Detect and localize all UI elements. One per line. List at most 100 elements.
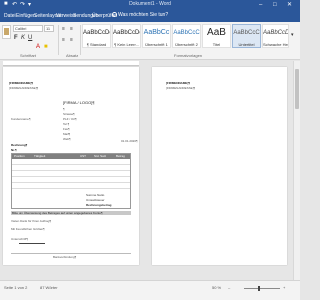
address-line: Web¶	[63, 137, 71, 141]
ribbon-separator	[58, 25, 59, 55]
styles-more-icon[interactable]: ▾	[291, 32, 294, 39]
scrollbar-thumb[interactable]	[295, 69, 299, 109]
table-header: Position Tätigkeit UST Std. Satz Betrag	[12, 154, 130, 159]
clipboard-icon	[4, 28, 9, 35]
minimize-button[interactable]: –	[259, 1, 262, 9]
style-sample: AaBbCcDc	[83, 30, 111, 36]
style-sample: AaBbCcDc	[113, 30, 141, 36]
address-line: PLZ / Ort¶	[63, 117, 77, 121]
group-label-font: Schriftart	[20, 53, 37, 58]
style-name: ¶ Kein Leerr...	[114, 42, 139, 47]
address-line: Strasse¶	[63, 112, 75, 116]
signature-text: Unterschrift¶	[11, 237, 28, 241]
table-row	[12, 188, 130, 189]
zoom-in-icon[interactable]: +	[283, 285, 285, 290]
zoom-slider[interactable]	[244, 288, 280, 289]
page-2[interactable]: [FIRMENNAME]¶ [FIRMENADRESSE]¶	[152, 67, 287, 265]
style-gallery-item[interactable]: AaB Titel	[202, 24, 231, 48]
font-size-select[interactable]: 11	[44, 25, 54, 32]
word-count[interactable]: 87 Wörter	[40, 285, 58, 290]
numbering-icon[interactable]: ≡	[70, 26, 73, 33]
tab-einfuegen[interactable]: Einfügen	[16, 13, 36, 19]
font-color-icon[interactable]: A	[36, 44, 40, 51]
firm-address: [FIRMENADRESSE]¶	[9, 86, 39, 90]
firm-name: [FIRMENNAME]¶	[166, 81, 190, 85]
style-name: Titel	[212, 42, 221, 47]
maximize-button[interactable]: □	[273, 1, 277, 9]
sum-label: Rechnungsbetrag	[86, 203, 112, 207]
font-name-select[interactable]: Calibri	[13, 25, 43, 32]
zoom-out-icon[interactable]: –	[228, 285, 230, 290]
footer-divider	[11, 253, 131, 254]
vertical-scrollbar[interactable]	[293, 61, 300, 280]
style-gallery-item[interactable]: AaBbCcDc Schwache Her...	[262, 24, 289, 48]
title-bar: ■ ↶ ↷ ▾ Dokument1 - Word – □ ✕	[0, 0, 300, 11]
invoice-number: Nr.¶	[11, 148, 17, 152]
style-sample: AaB	[207, 27, 226, 38]
signature-line	[19, 243, 45, 244]
style-name: Schwache Her...	[263, 42, 289, 47]
table-header-cell: Position	[14, 154, 25, 158]
group-label-paragraph: Absatz	[66, 53, 79, 58]
address-line: Fax¶	[63, 127, 70, 131]
tell-me-box[interactable]: Was möchten Sie tun?	[112, 12, 168, 18]
style-gallery-item[interactable]: AaBbCcDc ¶ Kein Leerr...	[112, 24, 141, 48]
table-header-cell: UST	[80, 154, 86, 158]
greeting-text: Vielen Dank für Ihren Auftrag¶	[11, 219, 52, 223]
payment-note-bar: Bitte um Überweisung des Betrages auf un…	[11, 211, 131, 215]
invoice-table[interactable]: Position Tätigkeit UST Std. Satz Betrag …	[11, 153, 131, 209]
style-gallery-item[interactable]: AaBbCcC Untertitel	[232, 24, 261, 48]
zoom-level[interactable]: 50 %	[212, 285, 221, 290]
zoom-slider-thumb[interactable]	[258, 286, 260, 291]
page-count[interactable]: Seite 1 von 2	[4, 285, 27, 290]
horizontal-ruler[interactable]: · 1 · 2 · 3 · 4 · 5 · 6 · 7 · 8 · 9 · 10…	[3, 61, 139, 75]
align-center-icon[interactable]: ≡	[70, 37, 73, 44]
payment-note: Bitte um Überweisung des Betrages auf un…	[12, 211, 103, 215]
address-line: Tel.¶	[63, 122, 70, 126]
invoice-date: 01.01.2020¶	[121, 139, 138, 143]
paste-button[interactable]	[2, 25, 11, 39]
recipient-name: Kundenname¶	[11, 117, 31, 121]
style-sample: AaBbCc	[143, 29, 170, 36]
table-header-cell: Betrag	[116, 154, 125, 158]
style-name: Überschrift 2	[175, 42, 198, 47]
address-line: Mail¶	[63, 132, 71, 136]
ribbon-separator	[80, 25, 81, 55]
status-bar: Seite 1 von 2 87 Wörter – + 50 %	[0, 280, 300, 300]
bullets-icon[interactable]: ≡	[62, 26, 65, 33]
table-row	[12, 182, 130, 183]
style-gallery-item[interactable]: AaBbCcDc ¶ Standard	[82, 24, 111, 48]
table-header-cell: Tätigkeit	[34, 154, 46, 158]
group-label-styles: Formatvorlagen	[174, 53, 203, 58]
style-sample: AaBbCcDc	[263, 30, 289, 36]
underline-button[interactable]: U	[28, 35, 32, 42]
close-button[interactable]: ✕	[287, 1, 292, 9]
page-1[interactable]: [FIRMENNAME]¶ [FIRMENADRESSE]¶ [FIRMA / …	[3, 67, 139, 265]
lightbulb-icon	[112, 12, 117, 18]
table-row	[12, 170, 130, 171]
italic-button[interactable]: K	[21, 35, 25, 42]
ribbon: Calibri 11 F K U A ■ Schriftart ≡ ≡ ≡ ≡ …	[0, 22, 300, 60]
window-title: Dokument1 - Word	[129, 1, 171, 7]
tell-me-text: Was möchten Sie tun?	[118, 12, 169, 18]
style-gallery-item[interactable]: AaBbCc Überschrift 1	[142, 24, 171, 48]
bold-button[interactable]: F	[14, 35, 18, 42]
style-name: ¶ Standard	[86, 42, 107, 47]
table-header-cell: Std. Satz	[94, 154, 107, 158]
company-logo-placeholder: [FIRMA / LOGO]¶	[63, 100, 95, 105]
style-sample: AaBbCcC	[233, 30, 260, 36]
sum-label: Umsatzsteuer	[86, 198, 105, 202]
tab-datei[interactable]: Datei	[4, 13, 16, 19]
firm-name: [FIRMENNAME]¶	[9, 81, 33, 85]
address-line: ¶	[63, 107, 65, 111]
highlight-icon[interactable]: ■	[44, 44, 48, 51]
table-row	[12, 176, 130, 177]
firm-address: [FIRMENADRESSE]¶	[166, 86, 196, 90]
ribbon-tabs: Datei Einfügen Seitenlayout Verweise Sen…	[0, 11, 300, 22]
style-gallery-item[interactable]: AaBbCcC Überschrift 2	[172, 24, 201, 48]
align-left-icon[interactable]: ≡	[62, 37, 65, 44]
closing-text: Mit freundlichen Grüßen¶	[11, 227, 45, 231]
table-row	[12, 164, 130, 165]
style-sample: AaBbCcC	[173, 30, 200, 36]
style-name: Überschrift 1	[145, 42, 168, 47]
